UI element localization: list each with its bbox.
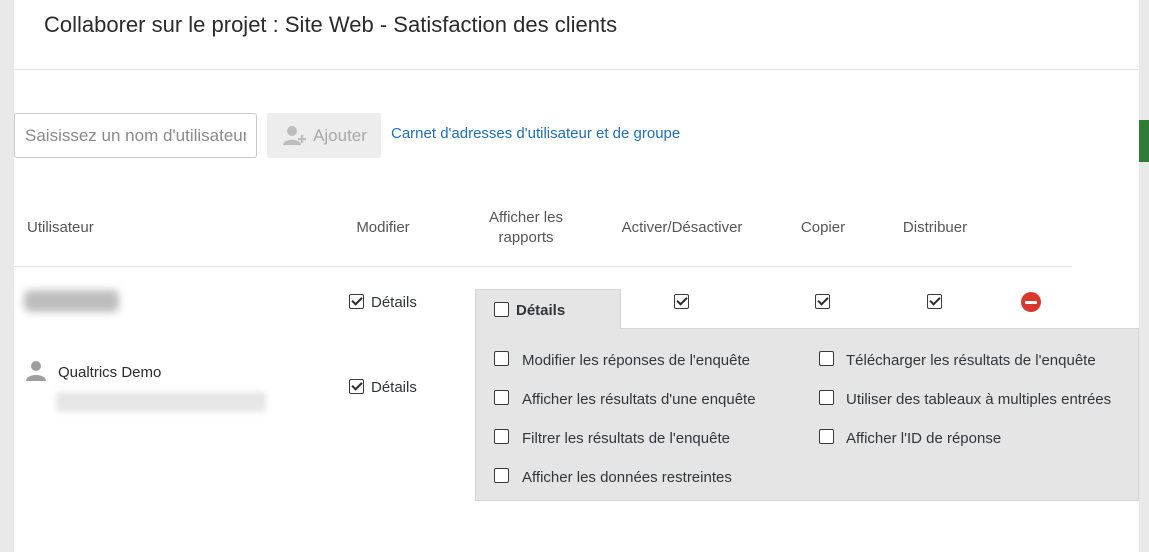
- blurred-user-name: [24, 290, 119, 312]
- blurred-user-email: [56, 392, 266, 412]
- user-avatar-icon: [26, 361, 46, 381]
- title-divider: [14, 69, 1139, 70]
- option-edit-responses-checkbox[interactable]: [494, 351, 509, 366]
- background-left-strip: [0, 0, 14, 552]
- header-copy: Copier: [800, 219, 846, 236]
- option-restricted-data-label[interactable]: Afficher les données restreintes: [522, 469, 732, 486]
- header-view-reports: Afficher les rapports: [489, 209, 563, 246]
- add-user-button[interactable]: Ajouter: [267, 113, 381, 158]
- username-search-input[interactable]: [14, 113, 257, 158]
- header-distribute: Distribuer: [902, 219, 968, 236]
- add-user-button-label: Ajouter: [313, 125, 367, 145]
- option-filter-results-label[interactable]: Filtrer les résultats de l'enquête: [522, 430, 730, 447]
- option-crosstabs-checkbox[interactable]: [819, 390, 834, 405]
- header-user: Utilisateur: [27, 219, 94, 236]
- edit-checkbox-row2[interactable]: [349, 379, 364, 394]
- modal-title: Collaborer sur le projet : Site Web - Sa…: [44, 12, 618, 37]
- user-name-row2: Qualtrics Demo: [58, 364, 162, 381]
- copy-checkbox-row1[interactable]: [815, 294, 830, 309]
- option-filter-results-checkbox[interactable]: [494, 429, 509, 444]
- edit-details-label-row1[interactable]: Détails: [371, 294, 417, 311]
- option-download-results-checkbox[interactable]: [819, 351, 834, 366]
- option-restricted-data-checkbox[interactable]: [494, 468, 509, 483]
- edit-checkbox-row1[interactable]: [349, 294, 364, 309]
- address-book-link[interactable]: Carnet d'adresses d'utilisateur et de gr…: [391, 125, 680, 142]
- distribute-checkbox-row1[interactable]: [927, 294, 942, 309]
- option-response-id-label[interactable]: Afficher l'ID de réponse: [846, 430, 1001, 447]
- edit-details-label-row2[interactable]: Détails: [371, 379, 417, 396]
- details-panel-border: [620, 328, 1139, 329]
- background-right-strip: [1139, 0, 1149, 552]
- option-response-id-checkbox[interactable]: [819, 429, 834, 444]
- activate-checkbox-row1[interactable]: [674, 294, 689, 309]
- option-crosstabs-label[interactable]: Utiliser des tableaux à multiples entrée…: [846, 391, 1111, 408]
- header-divider: [14, 266, 1072, 267]
- header-activate: Activer/Désactiver: [621, 219, 743, 236]
- option-view-results-label[interactable]: Afficher les résultats d'une enquête: [522, 391, 756, 408]
- view-reports-details-checkbox[interactable]: [494, 302, 509, 317]
- header-edit: Modifier: [356, 219, 410, 236]
- background-green-button-fragment: [1139, 120, 1149, 162]
- remove-user-icon[interactable]: [1021, 292, 1041, 312]
- option-download-results-label[interactable]: Télécharger les résultats de l'enquête: [846, 352, 1096, 369]
- option-view-results-checkbox[interactable]: [494, 390, 509, 405]
- collaborate-modal: Collaborer sur le projet : Site Web - Sa…: [14, 0, 1139, 552]
- option-edit-responses-label[interactable]: Modifier les réponses de l'enquête: [522, 352, 750, 369]
- view-reports-details-label[interactable]: Détails: [516, 302, 565, 319]
- add-user-icon: [283, 125, 307, 145]
